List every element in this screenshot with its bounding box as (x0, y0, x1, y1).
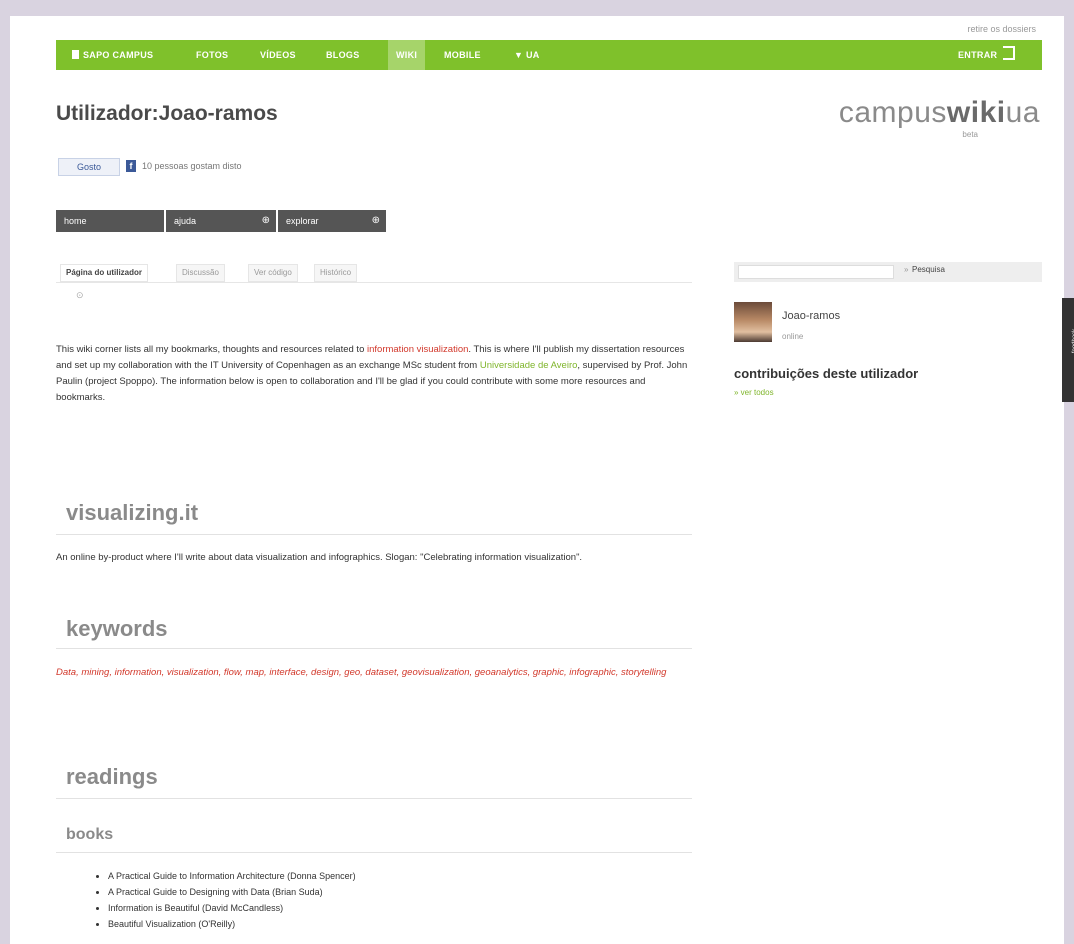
tab-history[interactable]: Histórico (314, 264, 358, 282)
avatar[interactable] (734, 302, 772, 342)
section-heading-visualizing: visualizing.it (66, 500, 199, 525)
list-item[interactable]: Information is Beautiful (David McCandle… (108, 900, 356, 916)
top-navbar: SAPO CAMPUS FOTOS VÍDEOS BLOGS WIKI MOBI… (56, 40, 1042, 70)
enter-icon (1003, 46, 1016, 60)
books-list: A Practical Guide to Information Archite… (96, 868, 356, 932)
university-link[interactable]: Universidade de Aveiro (480, 360, 578, 371)
section-heading-keywords: keywords (66, 616, 168, 641)
nav-mobile[interactable]: MOBILE (444, 40, 481, 70)
campuswiki-logo[interactable]: campuswikiua (839, 96, 1040, 130)
heading-divider (56, 798, 692, 799)
nav-sapo-campus[interactable]: SAPO CAMPUS (72, 40, 153, 70)
page-title: Utilizador:Joao-ramos (56, 102, 278, 125)
section-heading-books: books (66, 826, 114, 843)
sapo-logo-icon (72, 50, 79, 59)
search-box: » Pesquisa (734, 262, 1042, 282)
facebook-icon: f (126, 160, 136, 172)
see-all-link[interactable]: » ver todos (734, 388, 774, 397)
wiki-menu: home ajuda explorar (56, 210, 388, 232)
page-container: retire os dossiers SAPO CAMPUS FOTOS VÍD… (10, 16, 1074, 944)
contributions-heading: contribuições deste utilizador (734, 366, 919, 381)
nav-videos[interactable]: VÍDEOS (260, 40, 296, 70)
list-item[interactable]: A Practical Guide to Designing with Data… (108, 884, 356, 900)
nav-fotos[interactable]: FOTOS (196, 40, 228, 70)
keyword-tags[interactable]: Data, mining, information, visualization… (56, 664, 696, 681)
logo-beta-label: beta (962, 130, 978, 139)
login-button[interactable]: ENTRAR (958, 40, 1016, 70)
page-tabs: Página do utilizador Discussão Ver códig… (56, 264, 692, 283)
watch-star-icon[interactable]: ⊙ (76, 290, 84, 301)
intro-paragraph: This wiki corner lists all my bookmarks,… (56, 344, 688, 403)
infovis-link[interactable]: information visualization (367, 344, 468, 355)
menu-ajuda[interactable]: ajuda (166, 210, 276, 232)
heading-divider (56, 852, 692, 853)
menu-explorar[interactable]: explorar (278, 210, 386, 232)
tab-discussion[interactable]: Discussão (176, 264, 225, 282)
visualizing-description: An online by-product where I'll write ab… (56, 552, 583, 563)
heading-divider (56, 648, 692, 649)
menu-home[interactable]: home (56, 210, 164, 232)
section-heading-readings: readings (66, 764, 158, 789)
nav-ua-dropdown[interactable]: ▼ UA (514, 40, 540, 70)
nav-wiki[interactable]: WIKI (388, 40, 426, 70)
feedback-tab[interactable]: feedback (1062, 298, 1074, 402)
facebook-like-button[interactable]: Gosto (58, 158, 120, 176)
user-name[interactable]: Joao-ramos (782, 310, 840, 322)
tab-user-page[interactable]: Página do utilizador (60, 264, 149, 282)
user-status: online (782, 332, 804, 341)
heading-divider (56, 534, 692, 535)
top-link[interactable]: retire os dossiers (967, 24, 1036, 34)
nav-blogs[interactable]: BLOGS (326, 40, 360, 70)
like-count-text: 10 pessoas gostam disto (142, 161, 242, 171)
search-input[interactable] (738, 265, 894, 279)
tab-view-source[interactable]: Ver código (248, 264, 298, 282)
list-item[interactable]: A Practical Guide to Information Archite… (108, 868, 356, 884)
search-button[interactable]: Pesquisa (912, 265, 945, 274)
list-item[interactable]: Beautiful Visualization (O'Reilly) (108, 916, 356, 932)
